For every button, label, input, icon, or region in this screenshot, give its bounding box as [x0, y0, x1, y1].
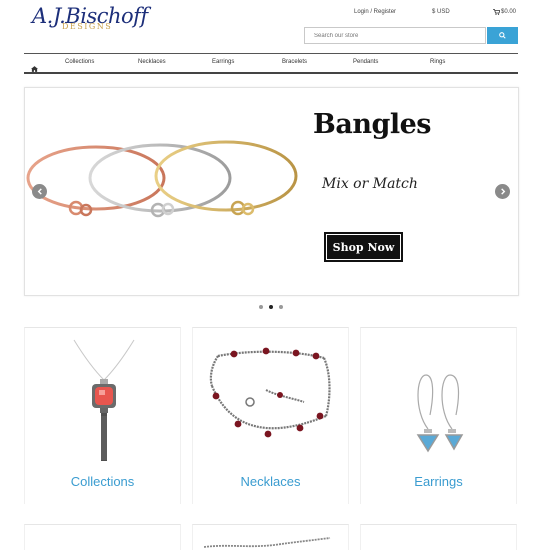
currency-selector[interactable]: $ USD	[432, 9, 450, 15]
nav-item-rings[interactable]: Rings	[430, 59, 445, 65]
login-register-link[interactable]: Login / Register	[354, 9, 396, 15]
search-icon	[499, 32, 506, 39]
cart-link[interactable]: $0.00	[493, 9, 516, 15]
nav-item-pendants[interactable]: Pendants	[353, 59, 378, 65]
slide-title: Bangles	[313, 109, 431, 140]
nav-bottom-rule	[24, 72, 518, 74]
category-card-rings[interactable]	[360, 524, 517, 550]
category-label-collections[interactable]: Collections	[24, 474, 181, 489]
nav-item-bracelets[interactable]: Bracelets	[282, 59, 307, 65]
pendant-necklace-image	[73, 339, 135, 461]
cart-icon	[493, 9, 500, 15]
earrings-image	[416, 374, 464, 453]
slider-prev-button[interactable]	[32, 184, 47, 199]
nav-home-link[interactable]	[31, 59, 38, 77]
cart-total: $0.00	[501, 9, 517, 15]
chevron-left-icon	[37, 188, 42, 195]
chain-necklace-image	[209, 347, 331, 438]
category-card-bracelets[interactable]	[24, 524, 181, 550]
slider-next-button[interactable]	[495, 184, 510, 199]
logo-sub-text: DESIGNS	[62, 22, 113, 31]
search-button[interactable]	[487, 27, 518, 44]
shop-now-label: Shop Now	[326, 234, 401, 260]
nav-item-earrings[interactable]: Earrings	[212, 59, 234, 65]
slider-dot-1[interactable]	[259, 305, 263, 309]
nav-item-necklaces[interactable]: Necklaces	[138, 59, 166, 65]
nav-top-rule	[24, 53, 518, 54]
bangles-image	[26, 140, 298, 218]
bracelet-chain-image	[204, 537, 331, 548]
slider-dot-2[interactable]	[269, 305, 273, 309]
site-logo[interactable]: A.J.Bischoff DESIGNS	[32, 4, 152, 34]
search-input[interactable]	[304, 27, 486, 44]
category-label-necklaces[interactable]: Necklaces	[192, 474, 349, 489]
chevron-right-icon	[500, 188, 505, 195]
slider-dot-3[interactable]	[279, 305, 283, 309]
shop-now-button[interactable]: Shop Now	[324, 232, 403, 262]
nav-item-collections[interactable]: Collections	[65, 59, 94, 65]
slide-subtitle: Mix or Match	[322, 176, 418, 192]
category-label-earrings[interactable]: Earrings	[360, 474, 517, 489]
